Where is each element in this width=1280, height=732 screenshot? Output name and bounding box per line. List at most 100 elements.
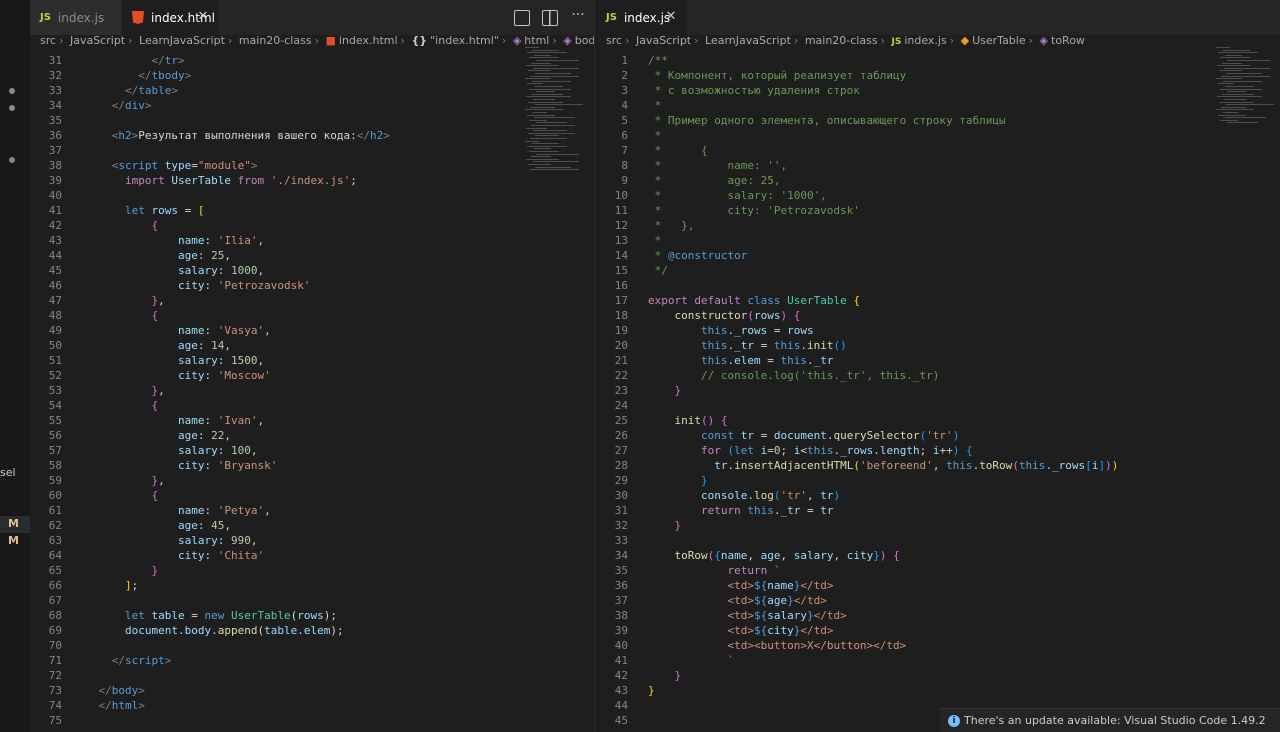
breadcrumb-item[interactable]: src <box>606 34 622 47</box>
code-line[interactable]: 52 city: 'Moscow' <box>30 368 594 383</box>
code-line[interactable]: 67 <box>30 593 594 608</box>
code-line[interactable]: 18 constructor(rows) { <box>596 308 1280 323</box>
code-line[interactable]: 4 * <box>596 98 1280 113</box>
code-line[interactable]: 61 name: 'Petya', <box>30 503 594 518</box>
code-line[interactable]: 74 </html> <box>30 698 594 713</box>
code-line[interactable]: 34 </div> <box>30 98 594 113</box>
code-line[interactable]: 5 * Пример одного элемента, описывающего… <box>596 113 1280 128</box>
code-line[interactable]: 49 name: 'Vasya', <box>30 323 594 338</box>
code-line[interactable]: 14 * @constructor <box>596 248 1280 263</box>
code-line[interactable]: 42 } <box>596 668 1280 683</box>
code-line[interactable]: 41 let rows = [ <box>30 203 594 218</box>
code-line[interactable]: 55 name: 'Ivan', <box>30 413 594 428</box>
code-line[interactable]: 36 <td>${name}</td> <box>596 578 1280 593</box>
breadcrumb-item[interactable]: src <box>40 34 56 47</box>
code-line[interactable]: 38 <script type="module"> <box>30 158 594 173</box>
code-line[interactable]: 24 <box>596 398 1280 413</box>
update-notification[interactable]: i There's an update available: Visual St… <box>940 708 1280 732</box>
code-line[interactable]: 12 * }, <box>596 218 1280 233</box>
code-line[interactable]: 9 * age: 25, <box>596 173 1280 188</box>
code-line[interactable]: 15 */ <box>596 263 1280 278</box>
code-line[interactable]: 44 age: 25, <box>30 248 594 263</box>
close-icon[interactable]: ✕ <box>663 9 679 25</box>
code-line[interactable]: 11 * city: 'Petrozavodsk' <box>596 203 1280 218</box>
breadcrumb-item[interactable]: index.js <box>904 34 946 47</box>
code-line[interactable]: 37 <box>30 143 594 158</box>
code-line[interactable]: 68 let table = new UserTable(rows); <box>30 608 594 623</box>
breadcrumb-item[interactable]: JavaScript <box>636 34 691 47</box>
code-line[interactable]: 31 </tr> <box>30 53 594 68</box>
code-line[interactable]: 70 <box>30 638 594 653</box>
code-line[interactable]: 32 </tbody> <box>30 68 594 83</box>
code-line[interactable]: 28 tr.insertAdjacentHTML('beforeend', th… <box>596 458 1280 473</box>
breadcrumb-item[interactable]: LearnJavaScript <box>139 34 225 47</box>
code-line[interactable]: 35 <box>30 113 594 128</box>
code-line[interactable]: 21 this.elem = this._tr <box>596 353 1280 368</box>
code-line[interactable]: 33 <box>596 533 1280 548</box>
code-line[interactable]: 10 * salary: '1000', <box>596 188 1280 203</box>
code-line[interactable]: 41 ` <box>596 653 1280 668</box>
code-line[interactable]: 40 <box>30 188 594 203</box>
breadcrumb-item[interactable]: JavaScript <box>70 34 125 47</box>
code-line[interactable]: 75 <box>30 713 594 728</box>
code-line[interactable]: 35 return ` <box>596 563 1280 578</box>
breadcrumb-item[interactable]: "index.html" <box>430 34 499 47</box>
code-line[interactable]: 13 * <box>596 233 1280 248</box>
code-line[interactable]: 30 console.log('tr', tr) <box>596 488 1280 503</box>
code-line[interactable]: 16 <box>596 278 1280 293</box>
code-line[interactable]: 43 name: 'Ilia', <box>30 233 594 248</box>
code-line[interactable]: 60 { <box>30 488 594 503</box>
code-line[interactable]: 7 * { <box>596 143 1280 158</box>
code-line[interactable]: 38 <td>${salary}</td> <box>596 608 1280 623</box>
code-line[interactable]: 65 } <box>30 563 594 578</box>
code-line[interactable]: 47 }, <box>30 293 594 308</box>
code-line[interactable]: 36 <h2>Результат выполнения вашего кода:… <box>30 128 594 143</box>
explorer-row[interactable]: M <box>0 533 30 550</box>
code-line[interactable]: 73 </body> <box>30 683 594 698</box>
code-line[interactable]: 1 /** <box>596 53 1280 68</box>
code-line[interactable]: 58 city: 'Bryansk' <box>30 458 594 473</box>
code-line[interactable]: 51 salary: 1500, <box>30 353 594 368</box>
code-line[interactable]: 57 salary: 100, <box>30 443 594 458</box>
code-line[interactable]: 8 * name: '', <box>596 158 1280 173</box>
code-line[interactable]: 25 init() { <box>596 413 1280 428</box>
code-line[interactable]: 27 for (let i=0; i<this._rows.length; i+… <box>596 443 1280 458</box>
code-line[interactable]: 32 } <box>596 518 1280 533</box>
breadcrumb-item[interactable]: main20-class <box>239 34 312 47</box>
code-line[interactable]: 56 age: 22, <box>30 428 594 443</box>
code-line[interactable]: 6 * <box>596 128 1280 143</box>
code-line[interactable]: 62 age: 45, <box>30 518 594 533</box>
code-line[interactable]: 45 salary: 1000, <box>30 263 594 278</box>
code-line[interactable]: 63 salary: 990, <box>30 533 594 548</box>
minimap[interactable] <box>1216 47 1276 177</box>
breadcrumb-item[interactable]: toRow <box>1051 34 1085 47</box>
split-editor-icon[interactable] <box>542 9 558 26</box>
code-line[interactable]: 71 </script> <box>30 653 594 668</box>
code-line[interactable]: 20 this._tr = this.init() <box>596 338 1280 353</box>
code-line[interactable]: 50 age: 14, <box>30 338 594 353</box>
code-editor-js[interactable]: 1/** 2 * Компонент, который реализует таб… <box>596 47 1280 732</box>
code-line[interactable]: 40 <td><button>X</button></td> <box>596 638 1280 653</box>
code-line[interactable]: 72 <box>30 668 594 683</box>
code-line[interactable]: 29 } <box>596 473 1280 488</box>
code-line[interactable]: 69 document.body.append(table.elem); <box>30 623 594 638</box>
code-line[interactable]: 34 toRow({name, age, salary, city}) { <box>596 548 1280 563</box>
breadcrumb-item[interactable]: main20-class <box>805 34 878 47</box>
explorer-row[interactable]: M <box>0 516 30 533</box>
tab-index-html[interactable]: index.html ✕ <box>122 0 220 35</box>
code-line[interactable]: 31 return this._tr = tr <box>596 503 1280 518</box>
more-actions-icon[interactable]: ··· <box>570 8 586 26</box>
code-line[interactable]: 39 import UserTable from './index.js'; <box>30 173 594 188</box>
open-changes-icon[interactable] <box>514 9 530 26</box>
code-line[interactable]: 46 city: 'Petrozavodsk' <box>30 278 594 293</box>
code-line[interactable]: 26 const tr = document.querySelector('tr… <box>596 428 1280 443</box>
code-line[interactable]: 23 } <box>596 383 1280 398</box>
code-editor-html[interactable]: 31 </tr> 32 </tbody> 33 </table> 34 </div> 3… <box>30 47 594 732</box>
code-line[interactable]: 19 this._rows = rows <box>596 323 1280 338</box>
code-line[interactable]: 59 }, <box>30 473 594 488</box>
code-line[interactable]: 33 </table> <box>30 83 594 98</box>
code-line[interactable]: 42 { <box>30 218 594 233</box>
code-line[interactable]: 22 // console.log('this._tr', this._tr) <box>596 368 1280 383</box>
breadcrumb-item[interactable]: LearnJavaScript <box>705 34 791 47</box>
code-line[interactable]: 17 export default class UserTable { <box>596 293 1280 308</box>
